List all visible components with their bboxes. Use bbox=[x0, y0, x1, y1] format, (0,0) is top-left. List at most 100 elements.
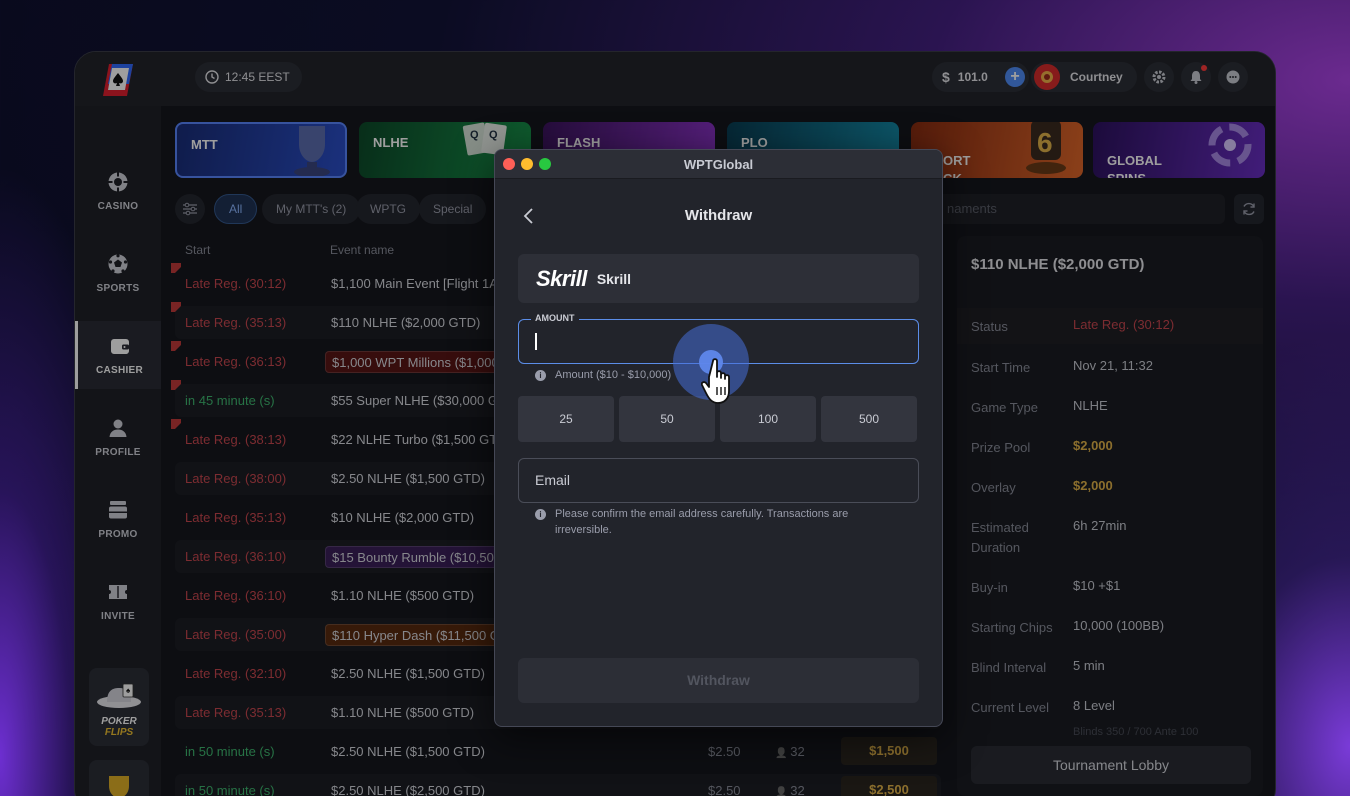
window-title: WPTGlobal bbox=[683, 157, 754, 172]
row-start-status: Late Reg. (36:10) bbox=[185, 588, 287, 603]
casino-chip-icon bbox=[108, 172, 128, 191]
detail-key: Overlay bbox=[971, 480, 1016, 495]
banner-global-spins[interactable]: GLOBAL SPINS bbox=[1093, 122, 1265, 178]
row-start-status: Late Reg. (35:13) bbox=[185, 315, 287, 330]
detail-value: $2,000 bbox=[1073, 478, 1113, 493]
row-players: 👤 32 bbox=[775, 744, 805, 759]
sidebar-item-profile[interactable]: PROFILE bbox=[75, 403, 161, 471]
payment-method-selector[interactable]: Skrill Skrill bbox=[518, 254, 919, 303]
svg-text:6: 6 bbox=[1037, 127, 1053, 158]
balance-pill[interactable]: $ 101.0 + bbox=[932, 62, 1029, 92]
quick-amount-500[interactable]: 500 bbox=[821, 396, 917, 442]
promo-tile-2[interactable] bbox=[89, 760, 149, 796]
settings-button[interactable] bbox=[1144, 62, 1174, 92]
row-event-name: $2.50 NLHE ($1,500 GTD) bbox=[331, 471, 485, 486]
row-event-name: $15 Bounty Rumble ($10,500 bbox=[325, 546, 509, 568]
tournament-lobby-button[interactable]: Tournament Lobby bbox=[971, 746, 1251, 784]
row-event-name: $2.50 NLHE ($1,500 GTD) bbox=[331, 666, 485, 681]
withdraw-button[interactable]: Withdraw bbox=[518, 658, 919, 703]
row-players: 👤 32 bbox=[775, 783, 805, 796]
banner-mtt[interactable]: MTT bbox=[175, 122, 347, 178]
sidebar-item-casino[interactable]: CASINO bbox=[75, 157, 161, 225]
row-event-name: $1,100 Main Event [Flight 1A] bbox=[331, 276, 502, 291]
filter-special[interactable]: Special bbox=[419, 194, 487, 224]
quick-amount-25[interactable]: 25 bbox=[518, 396, 614, 442]
sidebar: CASINO SPORTS CASHIER PROFILE PROMO INVI… bbox=[75, 106, 161, 796]
row-prize: $1,500 bbox=[841, 737, 937, 765]
detail-key: Start Time bbox=[971, 360, 1031, 375]
row-start-status: in 50 minute (s) bbox=[185, 783, 275, 796]
sidebar-item-label: CASHIER bbox=[95, 364, 144, 376]
app-logo[interactable] bbox=[100, 62, 136, 98]
detail-key: Starting Chips bbox=[971, 620, 1053, 635]
text-caret bbox=[535, 333, 537, 350]
bell-icon bbox=[1190, 71, 1202, 84]
wallet-icon bbox=[110, 338, 129, 354]
filter-my-mtts[interactable]: My MTT's (2) bbox=[262, 194, 361, 224]
ticket-icon bbox=[109, 584, 127, 599]
detail-title: $110 NLHE ($2,000 GTD) bbox=[971, 256, 1145, 273]
notification-dot bbox=[1201, 65, 1207, 71]
info-icon: i bbox=[535, 509, 546, 520]
row-start-status: Late Reg. (36:10) bbox=[185, 549, 287, 564]
six-badge-icon: 6 bbox=[1026, 122, 1066, 174]
detail-key: Estimated Duration bbox=[971, 520, 1029, 555]
detail-value: 6h 27min bbox=[1073, 518, 1127, 533]
user-menu[interactable]: Courtney bbox=[1031, 62, 1137, 92]
clock-pill: 12:45 EEST bbox=[195, 62, 302, 92]
chat-button[interactable] bbox=[1218, 62, 1248, 92]
sidebar-item-promo[interactable]: PROMO bbox=[75, 485, 161, 553]
notifications-button[interactable] bbox=[1181, 62, 1211, 92]
row-start-status: Late Reg. (32:10) bbox=[185, 666, 287, 681]
amount-label: AMOUNT bbox=[531, 313, 579, 323]
skrill-logo: Skrill bbox=[536, 265, 587, 291]
poker-flips-tile[interactable]: ♠ POKER FLIPS bbox=[89, 668, 149, 746]
sidebar-item-label: SPORTS bbox=[96, 282, 140, 294]
column-header-start[interactable]: Start bbox=[185, 243, 210, 257]
chat-icon bbox=[1226, 70, 1240, 84]
row-start-status: in 50 minute (s) bbox=[185, 744, 275, 759]
detail-key: Blind Interval bbox=[971, 660, 1047, 675]
late-reg-flag-icon bbox=[171, 380, 181, 390]
late-reg-flag-icon bbox=[171, 263, 181, 273]
detail-value: 10,000 (100BB) bbox=[1073, 618, 1165, 633]
row-event-name: $1.10 NLHE ($500 GTD) bbox=[331, 588, 475, 603]
row-event-name: $2.50 NLHE ($2,500 GTD) bbox=[331, 783, 485, 796]
detail-value: 5 min bbox=[1073, 658, 1105, 673]
top-bar: 12:45 EEST $ 101.0 + Courtney bbox=[75, 52, 1275, 106]
withdraw-dialog: WPTGlobal Withdraw Skrill Skrill AMOUNT … bbox=[494, 149, 943, 727]
filter-all[interactable]: All bbox=[214, 194, 258, 224]
filter-settings-button[interactable] bbox=[175, 194, 205, 224]
sidebar-item-sports[interactable]: SPORTS bbox=[75, 239, 161, 307]
row-start-status: Late Reg. (36:13) bbox=[185, 354, 287, 369]
detail-key: Prize Pool bbox=[971, 440, 1031, 455]
detail-key: Game Type bbox=[971, 400, 1038, 415]
sliders-icon bbox=[183, 202, 197, 216]
filter-wptg[interactable]: WPTG bbox=[356, 194, 420, 224]
sidebar-item-invite[interactable]: INVITE bbox=[75, 567, 161, 635]
sidebar-item-cashier[interactable]: CASHIER bbox=[75, 321, 161, 389]
dialog-titlebar: WPTGlobal bbox=[495, 150, 942, 179]
current-blinds: Blinds 350 / 700 Ante 100 bbox=[1073, 726, 1199, 738]
table-row[interactable]: in 50 minute (s) $2.50 NLHE ($2,500 GTD) $… bbox=[175, 774, 941, 796]
payment-method-name: Skrill bbox=[596, 270, 632, 287]
username: Courtney bbox=[1070, 70, 1123, 84]
row-start-status: Late Reg. (35:00) bbox=[185, 627, 287, 642]
add-funds-button[interactable]: + bbox=[1005, 67, 1025, 87]
promo-icon bbox=[109, 500, 127, 518]
sidebar-item-label: INVITE bbox=[100, 610, 136, 622]
row-event-name: $110 NLHE ($2,000 GTD) bbox=[331, 315, 481, 330]
refresh-button[interactable] bbox=[1234, 194, 1264, 224]
poker-flips-label: POKER FLIPS bbox=[101, 716, 137, 738]
info-icon: i bbox=[535, 370, 546, 381]
column-header-event[interactable]: Event name bbox=[330, 243, 394, 257]
cowboy-hat-icon: ♠ bbox=[97, 683, 141, 708]
row-start-status: Late Reg. (38:00) bbox=[185, 471, 287, 486]
gear-icon bbox=[1152, 70, 1166, 84]
row-start-status: in 45 minute (s) bbox=[185, 393, 275, 408]
sidebar-item-label: CASINO bbox=[97, 200, 139, 212]
table-row[interactable]: in 50 minute (s) $2.50 NLHE ($1,500 GTD) $… bbox=[175, 735, 941, 768]
trophy-icon bbox=[109, 776, 129, 796]
email-field[interactable]: Email bbox=[518, 458, 919, 503]
row-event-name: $2.50 NLHE ($1,500 GTD) bbox=[331, 744, 485, 759]
